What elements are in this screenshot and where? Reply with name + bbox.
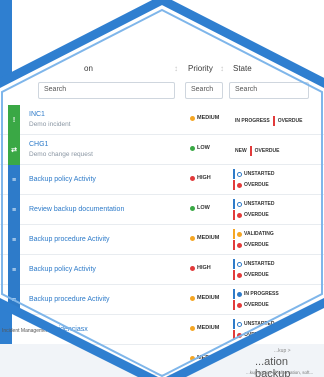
change-icon: ⇄ bbox=[8, 135, 20, 165]
activity-icon: ≡ bbox=[8, 225, 20, 255]
state-label: UNSTARTED bbox=[244, 201, 275, 207]
priority-label: HIGH bbox=[197, 265, 211, 271]
state-badges: VALIDATING OVERDUE bbox=[233, 229, 274, 251]
state-label: OVERDUE bbox=[244, 212, 269, 218]
table-row[interactable]: ⇄ CHG1 Demo change request LOW NEW OVERDUE bbox=[0, 135, 324, 165]
priority-dot-icon bbox=[190, 175, 195, 181]
priority-badge: LOW bbox=[190, 145, 210, 151]
overdue-label: OVERDUE bbox=[277, 118, 303, 124]
overdue-icon bbox=[237, 242, 242, 248]
state-search-input[interactable]: Search bbox=[229, 82, 309, 99]
priority-dot-icon bbox=[190, 265, 195, 271]
priority-label: MEDIUM bbox=[197, 235, 220, 241]
state-label: IN PROGRESS bbox=[244, 291, 279, 297]
state-label: UNSTARTED bbox=[244, 171, 275, 177]
priority-badge: MEDIUM bbox=[190, 325, 219, 331]
overdue-icon bbox=[237, 182, 242, 188]
state-label: OVERDUE bbox=[244, 272, 269, 278]
state-separator bbox=[272, 116, 275, 126]
incident-icon: ! bbox=[8, 105, 20, 135]
state-separator bbox=[249, 146, 252, 156]
row-name-link[interactable]: Backup policy Activity bbox=[29, 266, 96, 273]
state-icon bbox=[237, 261, 242, 267]
sort-icon[interactable]: ↕ bbox=[220, 64, 224, 73]
priority-dot-icon bbox=[190, 325, 195, 331]
state-icon bbox=[237, 291, 242, 297]
column-header-state[interactable]: State bbox=[233, 64, 252, 73]
table-row[interactable]: ! INC1 Demo incident MEDIUM IN PROGRESS OVERD… bbox=[0, 105, 324, 135]
overdue-icon bbox=[237, 302, 242, 308]
state-label: OVERDUE bbox=[244, 242, 269, 248]
row-description: Demo incident bbox=[29, 121, 71, 128]
row-name-link[interactable]: Backup procedure Activity bbox=[29, 236, 110, 243]
state-badges: IN PROGRESS OVERDUE bbox=[233, 289, 279, 311]
state-icon bbox=[237, 171, 242, 177]
priority-badge: MEDIUM bbox=[190, 115, 219, 121]
overdue-icon bbox=[237, 212, 242, 218]
activity-icon: ≡ bbox=[8, 195, 20, 225]
table-row[interactable]: ≡ Backup procedure Activity MEDIUM VALIDATI… bbox=[0, 225, 324, 255]
row-name-link[interactable]: Backup policy Activity bbox=[29, 176, 96, 183]
row-name-link[interactable]: Review backup documentation bbox=[29, 206, 124, 213]
priority-badge: MEDIUM bbox=[190, 235, 219, 241]
priority-badge: HIGH bbox=[190, 175, 211, 181]
row-description: Demo change request bbox=[29, 151, 93, 158]
priority-dot-icon bbox=[190, 145, 195, 151]
state-label: VALIDATING bbox=[244, 231, 274, 237]
table-row[interactable]: ≡ Review backup documentation LOW UNSTARTED… bbox=[0, 195, 324, 225]
overdue-label: OVERDUE bbox=[254, 148, 280, 154]
activity-icon: ≡ bbox=[8, 165, 20, 195]
state-icon bbox=[237, 321, 242, 327]
priority-label: LOW bbox=[197, 145, 210, 151]
priority-label: MEDIUM bbox=[197, 295, 220, 301]
row-name-link[interactable]: INC1 bbox=[29, 111, 45, 118]
priority-label: LOW bbox=[197, 205, 210, 211]
background-breadcrumb[interactable]: ...kup > bbox=[274, 348, 291, 354]
priority-label: MEDIUM bbox=[197, 115, 220, 121]
priority-dot-icon bbox=[190, 355, 195, 361]
state-label: UNSTARTED bbox=[244, 321, 275, 327]
overdue-icon bbox=[237, 272, 242, 278]
state-label: NEW bbox=[235, 148, 247, 154]
state-badges: UNSTARTED OVERDUE bbox=[233, 259, 274, 281]
row-name-link[interactable]: Backup procedure Activity bbox=[29, 296, 110, 303]
table-header: on ↕ Priority ↕ State bbox=[0, 60, 324, 80]
state-label: OVERDUE bbox=[244, 182, 269, 188]
background-subtitle: ...kup copies of information, soft... bbox=[246, 370, 314, 375]
priority-label: HIGH bbox=[197, 175, 211, 181]
overdue-icon bbox=[237, 332, 242, 338]
activity-icon: ≡ bbox=[8, 255, 20, 285]
priority-label: MEDIUM bbox=[197, 325, 220, 331]
background-caption: Incident Management P... bbox=[2, 328, 59, 334]
state-icon bbox=[237, 231, 242, 237]
table-row[interactable]: ≡ Backup policy Activity HIGH UNSTARTED OVER… bbox=[0, 165, 324, 195]
state-label: OVERDUE bbox=[244, 302, 269, 308]
priority-dot-icon bbox=[190, 295, 195, 301]
priority-dot-icon bbox=[190, 205, 195, 211]
state-badges: UNSTARTED OVERDUE bbox=[233, 199, 274, 221]
table-row[interactable]: ≡ Backup procedure Activity MEDIUM IN PROGR… bbox=[0, 285, 324, 315]
column-header-priority[interactable]: Priority bbox=[188, 64, 213, 73]
column-header-name[interactable]: on bbox=[84, 64, 93, 73]
priority-dot-icon bbox=[190, 115, 195, 121]
row-name-link[interactable]: CHG1 bbox=[29, 141, 48, 148]
priority-badge: HIGH bbox=[190, 265, 211, 271]
priority-search-input[interactable]: Search bbox=[185, 82, 223, 99]
state-label: UNSTARTED bbox=[244, 261, 275, 267]
table-row[interactable]: ≡ Backup policy Activity HIGH UNSTARTED OVER… bbox=[0, 255, 324, 285]
state-badges: NEW OVERDUE bbox=[235, 146, 279, 156]
state-label: IN PROGRESS bbox=[235, 118, 270, 124]
sort-icon[interactable]: ↕ bbox=[174, 64, 178, 73]
state-badges: IN PROGRESS OVERDUE bbox=[235, 116, 302, 126]
state-badges: UNSTARTED OVERDUE bbox=[233, 169, 274, 191]
priority-dot-icon bbox=[190, 235, 195, 241]
state-icon bbox=[237, 201, 242, 207]
priority-badge: MEDIUM bbox=[190, 295, 219, 301]
priority-badge: LOW bbox=[190, 205, 210, 211]
name-search-input[interactable]: Search bbox=[38, 82, 175, 99]
